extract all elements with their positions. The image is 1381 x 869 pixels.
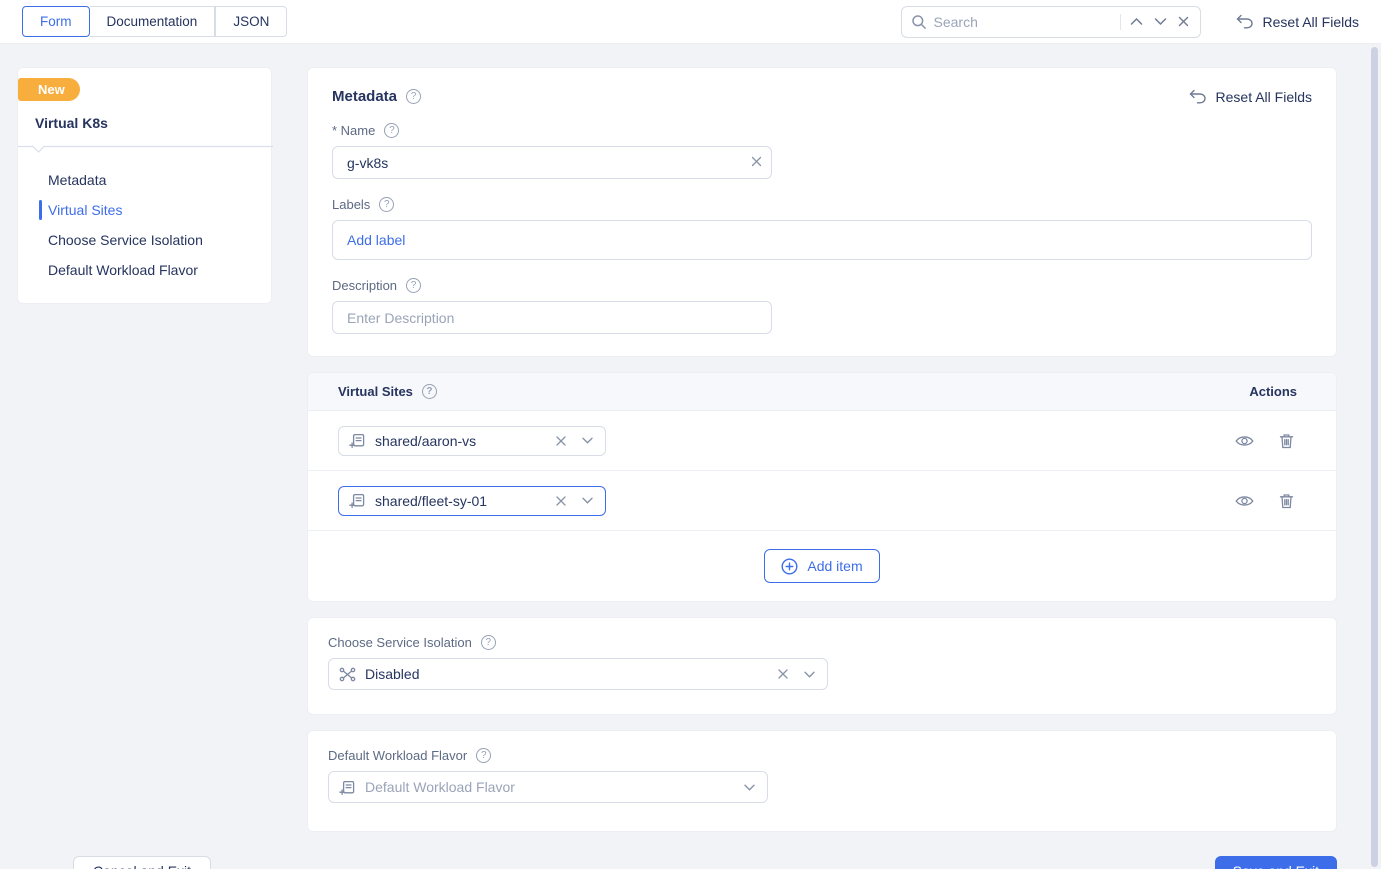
name-field-label: * Name xyxy=(332,123,376,138)
form-navigation-sidebar: New Virtual K8s Metadata Virtual Sites C… xyxy=(17,67,273,304)
form-main-column: Metadata Reset All Fields * Name xyxy=(307,67,1337,832)
tab-json[interactable]: JSON xyxy=(215,6,288,37)
reset-all-fields-label: Reset All Fields xyxy=(1215,88,1312,105)
cancel-and-exit-button[interactable]: Cancel and Exit xyxy=(73,856,212,869)
reset-arrow-icon xyxy=(1235,14,1254,29)
metadata-reset-all-fields-button[interactable]: Reset All Fields xyxy=(1188,89,1312,105)
view-item-button[interactable] xyxy=(1233,432,1256,450)
sidebar-item-label: Metadata xyxy=(48,172,107,188)
add-item-label: Add item xyxy=(807,558,863,574)
workload-flavor-label: Default Workload Flavor xyxy=(328,748,468,763)
virtual-site-value: shared/fleet-sy-01 xyxy=(375,492,488,509)
service-isolation-label: Choose Service Isolation xyxy=(328,635,472,650)
name-input[interactable] xyxy=(332,146,772,179)
sidebar-divider xyxy=(18,145,273,155)
search-divider xyxy=(1119,13,1121,30)
sidebar-item-label: Default Workload Flavor xyxy=(48,262,198,278)
content-area: New Virtual K8s Metadata Virtual Sites C… xyxy=(0,44,1381,832)
search-prev-button[interactable] xyxy=(1128,15,1145,28)
labels-box[interactable]: Add label xyxy=(332,220,1312,260)
delete-item-button[interactable] xyxy=(1277,431,1296,451)
labels-field-label: Labels xyxy=(332,197,371,212)
help-icon[interactable] xyxy=(476,748,492,763)
search-next-button[interactable] xyxy=(1152,15,1169,28)
search-input[interactable] xyxy=(933,13,1113,30)
add-item-button[interactable]: Add item xyxy=(764,549,880,583)
workload-flavor-select[interactable]: Default Workload Flavor xyxy=(328,771,768,803)
view-item-button[interactable] xyxy=(1233,492,1256,510)
sidebar-item-choose-service-isolation[interactable]: Choose Service Isolation xyxy=(18,225,271,255)
sidebar-item-virtual-sites[interactable]: Virtual Sites xyxy=(18,195,271,225)
virtual-sites-section-title: Virtual Sites xyxy=(338,384,413,399)
tab-form[interactable]: Form xyxy=(22,6,90,37)
chevron-down-icon[interactable] xyxy=(580,435,595,446)
virtual-site-value: shared/aaron-vs xyxy=(375,432,477,449)
active-indicator-bar xyxy=(39,200,42,220)
sidebar-nav: Metadata Virtual Sites Choose Service Is… xyxy=(18,165,271,285)
search-icon xyxy=(911,14,927,30)
object-type-title: Virtual K8s xyxy=(35,115,108,131)
clear-selection-button[interactable] xyxy=(554,434,568,448)
name-clear-button[interactable] xyxy=(749,154,764,169)
chevron-down-icon[interactable] xyxy=(802,669,817,680)
help-icon[interactable] xyxy=(384,123,400,138)
sidebar-item-default-workload-flavor[interactable]: Default Workload Flavor xyxy=(18,255,271,285)
description-field-label: Description xyxy=(332,278,398,293)
virtual-site-row: shared/fleet-sy-01 xyxy=(308,471,1336,531)
service-isolation-select[interactable]: Disabled xyxy=(328,658,828,690)
sidebar-item-label: Virtual Sites xyxy=(48,202,123,218)
virtual-site-select[interactable]: shared/aaron-vs xyxy=(338,425,606,456)
help-icon[interactable] xyxy=(421,384,437,399)
service-isolation-value: Disabled xyxy=(365,666,420,682)
plus-circle-icon xyxy=(781,557,798,575)
chevron-down-icon[interactable] xyxy=(742,782,757,793)
chevron-down-icon[interactable] xyxy=(580,495,595,506)
add-label-button[interactable]: Add label xyxy=(347,232,405,248)
vertical-scrollbar[interactable] xyxy=(1371,47,1378,867)
help-icon[interactable] xyxy=(379,197,395,212)
metadata-section-title: Metadata xyxy=(332,88,398,105)
one-of-branch-icon xyxy=(339,666,356,683)
description-input[interactable] xyxy=(332,301,772,334)
top-bar: Form Documentation JSON Reset All Fiel xyxy=(0,0,1381,44)
object-reference-icon xyxy=(349,492,366,509)
reset-all-fields-label: Reset All Fields xyxy=(1262,13,1359,30)
virtual-site-row: shared/aaron-vs xyxy=(308,411,1336,471)
help-icon[interactable] xyxy=(480,635,496,650)
reset-arrow-icon xyxy=(1188,89,1207,104)
tab-documentation[interactable]: Documentation xyxy=(89,6,216,37)
actions-column-header: Actions xyxy=(1249,384,1297,399)
view-tabs: Form Documentation JSON xyxy=(22,6,288,37)
clear-selection-button[interactable] xyxy=(776,667,790,681)
object-reference-icon xyxy=(339,779,356,796)
sidebar-item-metadata[interactable]: Metadata xyxy=(18,165,271,195)
form-footer: Cancel and Exit Save and Exit xyxy=(0,832,1381,869)
search-box xyxy=(900,5,1201,38)
service-isolation-section: Choose Service Isolation Disabled xyxy=(307,617,1337,715)
virtual-sites-section: Virtual Sites Actions shared/aaron-vs xyxy=(307,372,1337,602)
workload-flavor-placeholder: Default Workload Flavor xyxy=(365,779,515,795)
sidebar-item-label: Choose Service Isolation xyxy=(48,232,203,248)
clear-selection-button[interactable] xyxy=(554,494,568,508)
object-reference-icon xyxy=(349,432,366,449)
status-badge: New xyxy=(18,78,80,101)
workload-flavor-section: Default Workload Flavor Default Workload… xyxy=(307,730,1337,832)
virtual-site-select[interactable]: shared/fleet-sy-01 xyxy=(338,485,606,516)
save-and-exit-button[interactable]: Save and Exit xyxy=(1214,856,1337,869)
help-icon[interactable] xyxy=(406,278,422,293)
help-icon[interactable] xyxy=(406,89,422,104)
delete-item-button[interactable] xyxy=(1277,491,1296,511)
reset-all-fields-button[interactable]: Reset All Fields xyxy=(1235,14,1359,30)
search-clear-button[interactable] xyxy=(1176,14,1191,29)
metadata-section: Metadata Reset All Fields * Name xyxy=(307,67,1337,357)
